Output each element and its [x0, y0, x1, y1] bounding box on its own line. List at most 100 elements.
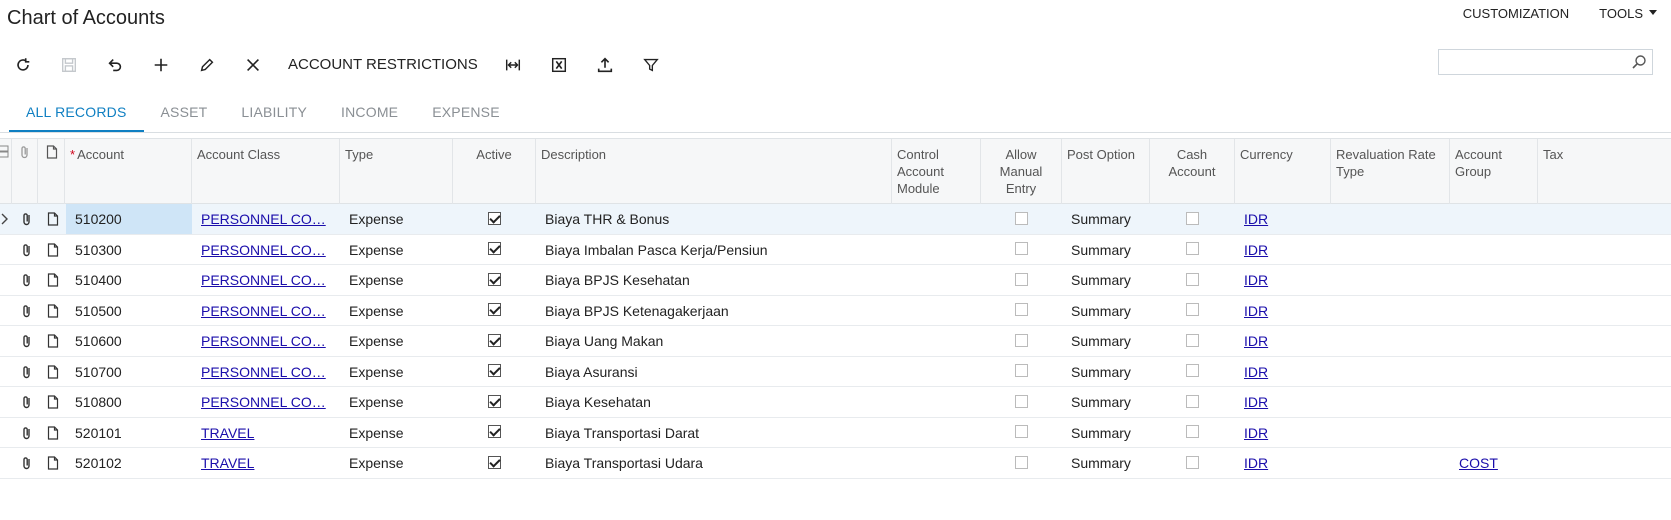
- cash-account-checkbox[interactable]: [1186, 394, 1199, 408]
- header-account-class[interactable]: Account Class: [192, 139, 340, 204]
- cell-cash-account[interactable]: [1150, 357, 1235, 387]
- account-class-link[interactable]: PERSONNEL CO…: [201, 242, 326, 258]
- cell-currency[interactable]: IDR: [1235, 265, 1331, 295]
- cell-account-group[interactable]: [1450, 265, 1538, 295]
- header-post-option[interactable]: Post Option: [1062, 139, 1150, 204]
- cell-account-group[interactable]: [1450, 204, 1538, 234]
- cell-account-class[interactable]: PERSONNEL CO…: [192, 296, 332, 326]
- cell-cash-account[interactable]: [1150, 448, 1235, 478]
- cell-account-class[interactable]: PERSONNEL CO…: [192, 387, 332, 417]
- active-checkbox[interactable]: [488, 272, 501, 286]
- cell-post-option[interactable]: Summary: [1062, 296, 1150, 326]
- cell-account-class[interactable]: PERSONNEL CO…: [192, 204, 332, 234]
- cell-currency[interactable]: IDR: [1235, 357, 1331, 387]
- cell-account-class[interactable]: PERSONNEL CO…: [192, 235, 332, 265]
- currency-link[interactable]: IDR: [1244, 242, 1268, 258]
- cash-account-checkbox[interactable]: [1186, 211, 1199, 225]
- header-revaluation-rate-type[interactable]: Revaluation Rate Type: [1331, 139, 1450, 204]
- active-checkbox[interactable]: [488, 333, 501, 347]
- currency-link[interactable]: IDR: [1244, 425, 1268, 441]
- account-class-link[interactable]: PERSONNEL CO…: [201, 272, 326, 288]
- cell-post-option[interactable]: Summary: [1062, 265, 1150, 295]
- cell-control-account-module[interactable]: [892, 204, 981, 234]
- cell-account[interactable]: 510600: [66, 326, 192, 356]
- cell-control-account-module[interactable]: [892, 265, 981, 295]
- cell-revaluation-rate-type[interactable]: [1331, 357, 1450, 387]
- refresh-button[interactable]: [0, 50, 46, 80]
- cell-allow-manual-entry[interactable]: [981, 204, 1062, 234]
- cell-description[interactable]: Biaya Imbalan Pasca Kerja/Pensiun: [536, 235, 892, 265]
- cell-post-option[interactable]: Summary: [1062, 387, 1150, 417]
- table-row[interactable]: 520102 TRAVEL Expense Biaya Transportasi Ud…: [0, 448, 1671, 479]
- cash-account-checkbox[interactable]: [1186, 455, 1199, 469]
- cell-description[interactable]: Biaya THR & Bonus: [536, 204, 892, 234]
- cell-currency[interactable]: IDR: [1235, 418, 1331, 448]
- cell-type[interactable]: Expense: [340, 265, 453, 295]
- cell-active[interactable]: [453, 296, 536, 326]
- cell-account-group[interactable]: [1450, 296, 1538, 326]
- cell-control-account-module[interactable]: [892, 448, 981, 478]
- cell-allow-manual-entry[interactable]: [981, 357, 1062, 387]
- cell-description[interactable]: Biaya Transportasi Udara: [536, 448, 892, 478]
- cell-allow-manual-entry[interactable]: [981, 418, 1062, 448]
- allow-manual-checkbox[interactable]: [1015, 272, 1028, 286]
- account-class-link[interactable]: PERSONNEL CO…: [201, 364, 326, 380]
- cell-revaluation-rate-type[interactable]: [1331, 326, 1450, 356]
- cell-active[interactable]: [453, 357, 536, 387]
- allow-manual-checkbox[interactable]: [1015, 364, 1028, 378]
- header-tax[interactable]: Tax: [1538, 139, 1671, 204]
- cell-post-option[interactable]: Summary: [1062, 357, 1150, 387]
- cell-description[interactable]: Biaya Asuransi: [536, 357, 892, 387]
- header-active[interactable]: Active: [453, 139, 536, 204]
- cell-currency[interactable]: IDR: [1235, 235, 1331, 265]
- cell-cash-account[interactable]: [1150, 418, 1235, 448]
- header-description[interactable]: Description: [536, 139, 892, 204]
- cell-account-group[interactable]: [1450, 235, 1538, 265]
- cell-type[interactable]: Expense: [340, 357, 453, 387]
- cell-control-account-module[interactable]: [892, 326, 981, 356]
- currency-link[interactable]: IDR: [1244, 272, 1268, 288]
- cell-currency[interactable]: IDR: [1235, 204, 1331, 234]
- cash-account-checkbox[interactable]: [1186, 242, 1199, 256]
- header-currency[interactable]: Currency: [1235, 139, 1331, 204]
- table-row[interactable]: 510200 PERSONNEL CO… Expense Biaya THR & Bo…: [0, 204, 1671, 235]
- cell-active[interactable]: [453, 448, 536, 478]
- row-selector-header[interactable]: [0, 139, 12, 204]
- cell-account[interactable]: 510400: [66, 265, 192, 295]
- allow-manual-checkbox[interactable]: [1015, 425, 1028, 439]
- cell-active[interactable]: [453, 326, 536, 356]
- cell-account-group[interactable]: [1450, 387, 1538, 417]
- cell-active[interactable]: [453, 235, 536, 265]
- cell-type[interactable]: Expense: [340, 296, 453, 326]
- fit-columns-button[interactable]: [490, 50, 536, 80]
- header-account-group[interactable]: Account Group: [1450, 139, 1538, 204]
- cash-account-checkbox[interactable]: [1186, 303, 1199, 317]
- account-class-link[interactable]: PERSONNEL CO…: [201, 211, 326, 227]
- cell-type[interactable]: Expense: [340, 326, 453, 356]
- add-button[interactable]: [138, 50, 184, 80]
- active-checkbox[interactable]: [488, 303, 501, 317]
- currency-link[interactable]: IDR: [1244, 455, 1268, 471]
- cell-post-option[interactable]: Summary: [1062, 204, 1150, 234]
- undo-button[interactable]: [92, 50, 138, 80]
- active-checkbox[interactable]: [488, 211, 501, 225]
- cell-control-account-module[interactable]: [892, 296, 981, 326]
- cell-allow-manual-entry[interactable]: [981, 265, 1062, 295]
- account-class-link[interactable]: PERSONNEL CO…: [201, 394, 326, 410]
- table-row[interactable]: 520101 TRAVEL Expense Biaya Transportasi Da…: [0, 417, 1671, 448]
- currency-link[interactable]: IDR: [1244, 333, 1268, 349]
- cell-control-account-module[interactable]: [892, 418, 981, 448]
- account-class-link[interactable]: TRAVEL: [201, 455, 254, 471]
- active-checkbox[interactable]: [488, 455, 501, 469]
- header-allow-manual-entry[interactable]: Allow Manual Entry: [981, 139, 1062, 204]
- cell-account-group[interactable]: COST: [1450, 448, 1538, 478]
- upload-button[interactable]: [582, 50, 628, 80]
- cell-revaluation-rate-type[interactable]: [1331, 235, 1450, 265]
- cell-currency[interactable]: IDR: [1235, 448, 1331, 478]
- tab-expense[interactable]: EXPENSE: [415, 96, 517, 133]
- cell-account[interactable]: 510300: [66, 235, 192, 265]
- cell-allow-manual-entry[interactable]: [981, 326, 1062, 356]
- cell-revaluation-rate-type[interactable]: [1331, 418, 1450, 448]
- tools-menu[interactable]: TOOLS: [1583, 5, 1671, 23]
- cell-revaluation-rate-type[interactable]: [1331, 448, 1450, 478]
